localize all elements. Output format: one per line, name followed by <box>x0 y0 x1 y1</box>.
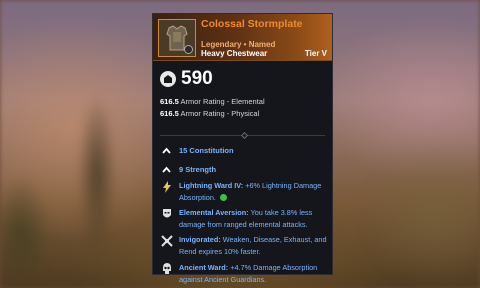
section-divider <box>160 131 325 140</box>
perk-name: Lightning Ward IV: <box>179 181 244 190</box>
item-rarity: Legendary • Named <box>201 40 276 49</box>
perk-elemental-aversion: Elemental Aversion: You take 3.8% less d… <box>161 207 327 230</box>
armor-label: Armor Rating - Elemental <box>180 97 265 106</box>
cross-swords-icon <box>161 235 173 247</box>
armor-value: 616.5 <box>160 97 179 106</box>
gear-score-icon <box>160 71 176 87</box>
socket-indicator-icon <box>219 193 227 201</box>
background-hills <box>330 110 480 288</box>
item-tooltip: Colossal Stormplate Legendary • Named He… <box>152 13 333 284</box>
divider-diamond <box>240 131 249 140</box>
skull-icon <box>161 263 173 275</box>
background-statue <box>62 60 132 288</box>
perk-invigorated: Invigorated: Weaken, Disease, Exhaust, a… <box>161 234 327 257</box>
attribute-constitution: 15 Constitution <box>161 144 234 156</box>
armor-label: Armor Rating - Physical <box>180 109 260 118</box>
perk-ancient-ward: Ancient Ward: +4.7% Damage Absorption ag… <box>161 262 327 285</box>
attribute-label: 9 Strength <box>179 164 217 174</box>
item-tier: Tier V <box>304 49 327 58</box>
perk-lightning-ward: Lightning Ward IV: +6% Lightning Damage … <box>161 180 327 203</box>
armor-rating-physical: 616.5 Armor Rating - Physical <box>160 109 259 118</box>
mask-icon <box>161 208 173 220</box>
chevron-up-icon <box>161 145 171 155</box>
attribute-label: 15 Constitution <box>179 145 234 155</box>
chevron-up-icon <box>161 164 171 174</box>
tooltip-header: Colossal Stormplate Legendary • Named He… <box>153 14 332 61</box>
armor-rating-elemental: 616.5 Armor Rating - Elemental <box>160 97 265 106</box>
gear-score-row: 590 <box>160 68 213 90</box>
perk-name: Invigorated: <box>179 235 221 244</box>
attribute-strength: 9 Strength <box>161 163 216 175</box>
background-tree <box>0 150 70 288</box>
perk-name: Elemental Aversion: <box>179 208 249 217</box>
item-name: Colossal Stormplate <box>201 18 303 30</box>
gem-socket-icon <box>184 45 193 54</box>
armor-value: 616.5 <box>160 109 179 118</box>
gear-score-value: 590 <box>181 68 213 89</box>
lightning-icon <box>161 181 173 193</box>
item-type: Heavy Chestwear <box>201 49 268 58</box>
chestplate-icon <box>158 19 196 57</box>
perk-name: Ancient Ward: <box>179 263 229 272</box>
